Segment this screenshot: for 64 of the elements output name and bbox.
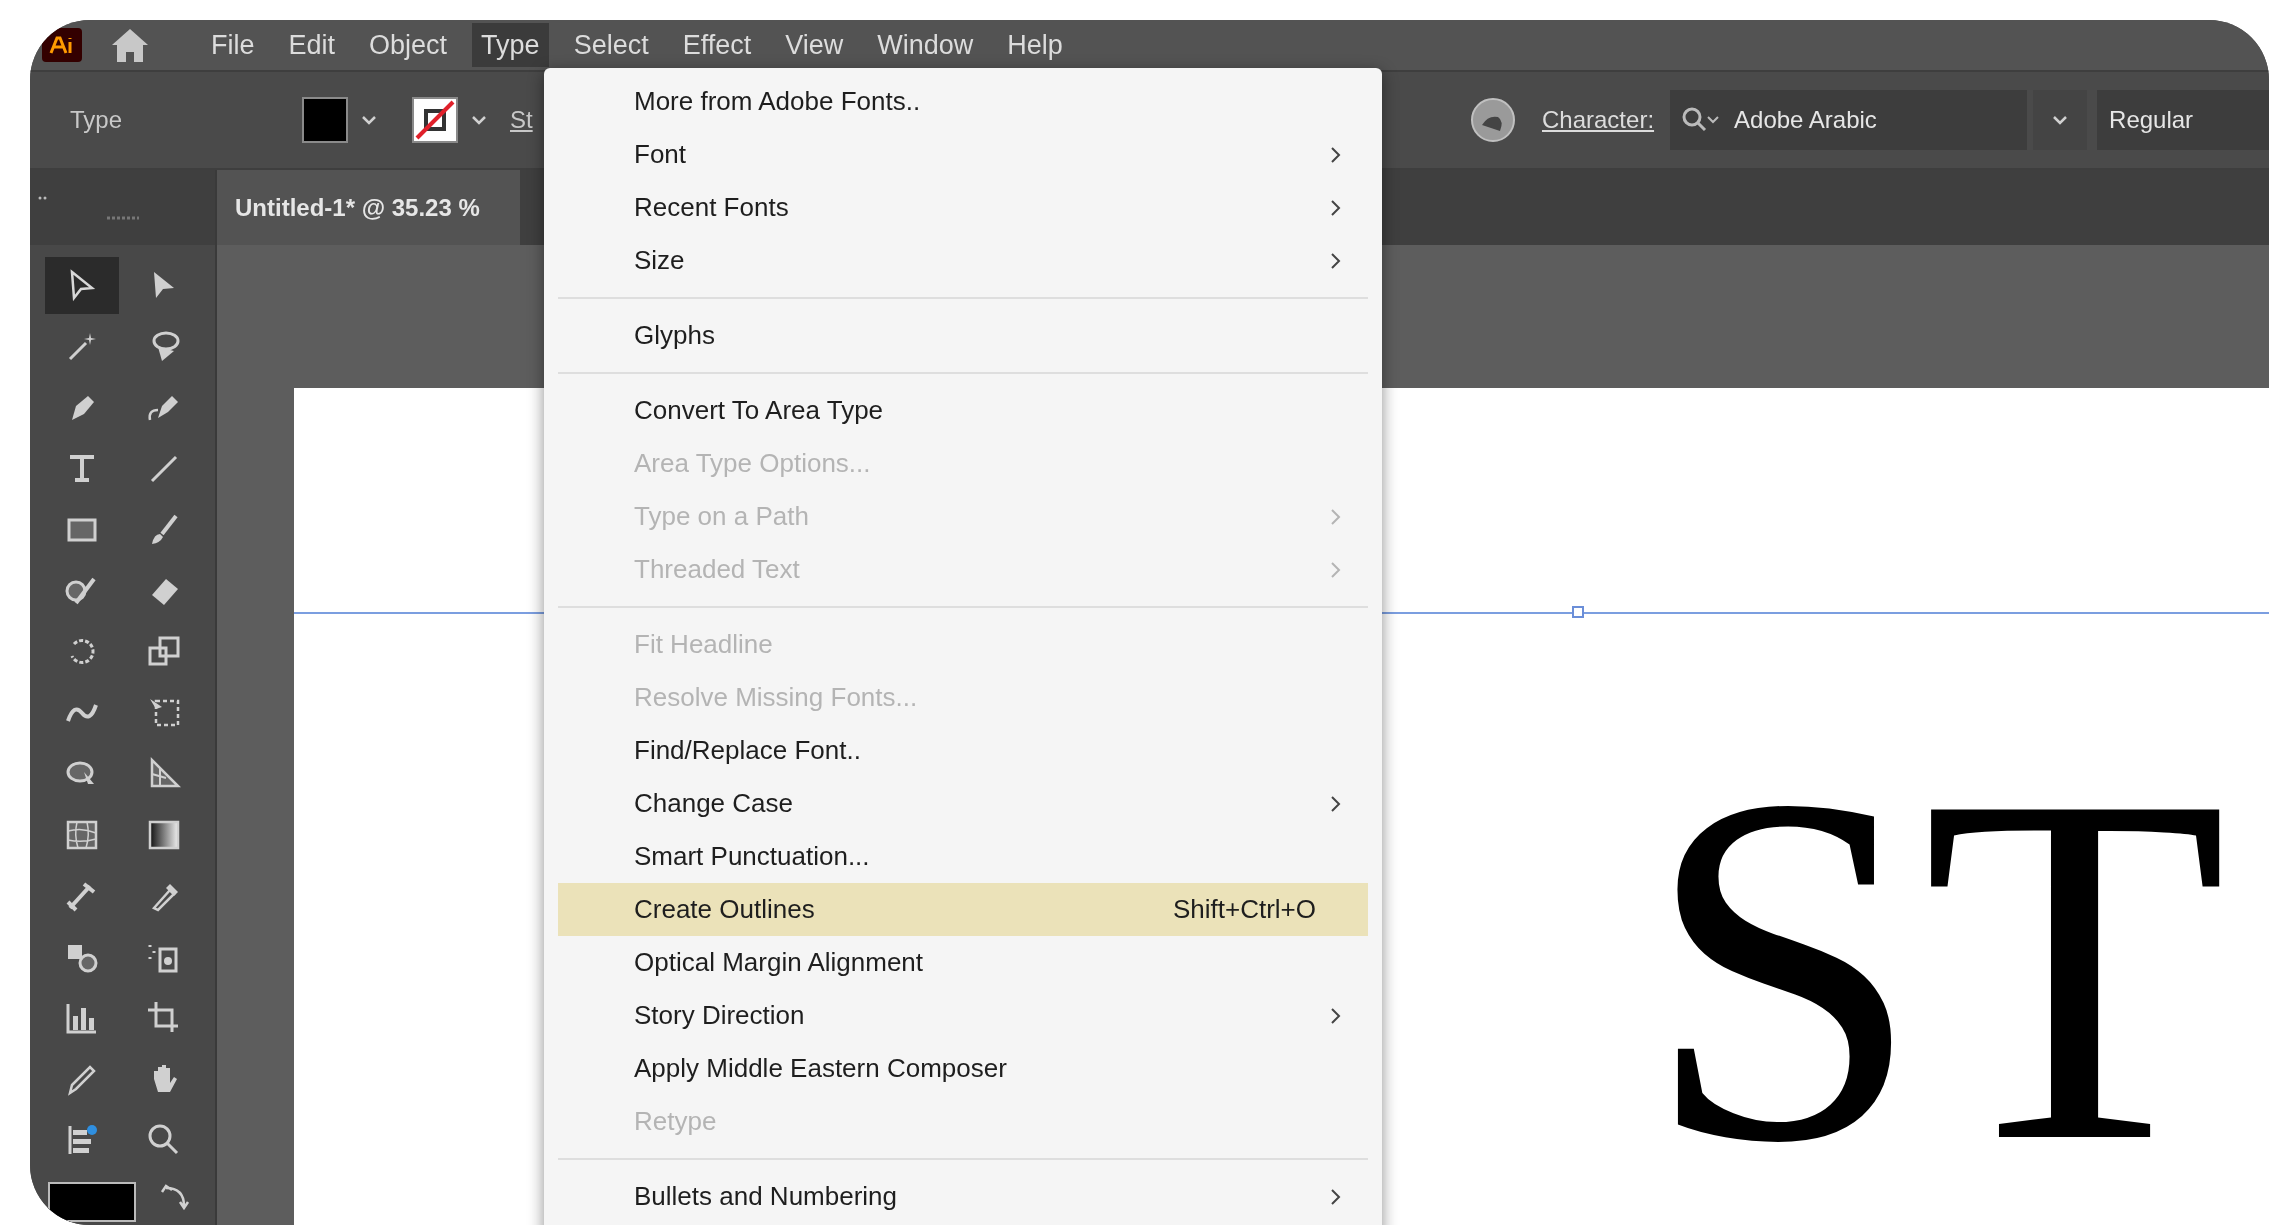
menu-item[interactable]: View [776,23,853,67]
menu-option-label: Threaded Text [634,553,801,586]
menu-option-label: Type on a Path [634,500,810,533]
menu-option[interactable]: Optical Margin Alignment [558,936,1368,989]
tool-button[interactable] [44,257,119,314]
menu-item[interactable]: Edit [279,23,345,67]
menu-option-label: Story Direction [634,999,806,1032]
menu-option[interactable]: Glyphs [558,309,1368,362]
menu-option-label: Resolve Missing Fonts... [634,681,919,714]
document-tab[interactable]: Untitled-1* @ 35.23 % [217,170,520,245]
menu-option-label: Fit Headline [634,628,774,661]
menu-option-label: Change Case [634,787,794,820]
menu-option-label: Glyphs [634,319,716,352]
menu-option-label: Recent Fonts [634,191,790,224]
menu-item[interactable]: Effect [673,23,761,67]
menu-option-label: Smart Punctuation... [634,840,871,873]
menu-option[interactable]: Story Direction [558,989,1368,1042]
no-stroke-icon [415,100,455,140]
menu-option[interactable]: Apply Middle Eastern Composer [558,1042,1368,1095]
menu-option-label: Apply Middle Eastern Composer [634,1052,1008,1085]
collapse-icon [38,194,48,201]
stroke-link[interactable]: St [510,102,533,138]
anchor-point [1572,606,1584,618]
menu-option-label: Size [634,244,686,277]
font-family-value: Adobe Arabic [1734,105,1877,135]
menu-option[interactable]: Convert To Area Type [558,384,1368,437]
menu-option-label: Area Type Options... [634,447,872,480]
menu-item[interactable]: Help [998,23,1072,67]
menu-item[interactable]: Object [360,23,457,67]
fill-swatch[interactable] [302,97,348,143]
menu-option-label: Bullets and Numbering [634,1180,899,1213]
menu-option[interactable]: Change Case [558,777,1368,830]
menu-option-label: Create Outlines [634,893,816,926]
menu-option-label: Font [634,138,688,171]
menu-option-label: Optical Margin Alignment [634,946,925,979]
menu-option-label: Retype [634,1105,718,1138]
menu-option-label: More from Adobe Fonts.. [634,85,922,118]
artboard-text: ST [1644,718,2228,1218]
menu-item[interactable]: File [202,23,264,67]
logo-mark-icon [49,36,75,54]
globe-icon [1470,97,1516,143]
tool-name-label: Type [70,105,124,135]
menu-option[interactable]: Recent Fonts [558,181,1368,234]
menu-item[interactable]: Select [564,23,658,67]
font-style-field[interactable]: Regular [2097,90,2269,150]
menu-option[interactable]: More from Adobe Fonts.. [558,75,1368,128]
menu-item[interactable]: Type [472,23,549,67]
fill-swatch[interactable] [48,1182,136,1222]
swap-arrow-icon [160,1182,190,1212]
app-logo[interactable] [42,28,82,62]
menu-option[interactable]: Bullets and Numbering [558,1170,1368,1223]
menu-item[interactable]: Window [868,23,983,67]
menu-option[interactable]: Find/Replace Font.. [558,724,1368,777]
stroke-swatch[interactable] [412,97,458,143]
menu-option-label: Find/Replace Font.. [634,734,862,767]
menu-option[interactable]: Create Outlines Shift+Ctrl+O [558,883,1368,936]
character-link[interactable]: Character: [1542,102,1655,138]
menu-option[interactable]: Size [558,234,1368,287]
menu-option[interactable]: Smart Punctuation... [558,830,1368,883]
grip-icon [105,214,140,221]
menu-option-label: Convert To Area Type [634,394,885,427]
menu-option[interactable]: Font [558,128,1368,181]
shortcut-label: Shift+Ctrl+O [1172,893,1316,926]
font-family-field[interactable]: Adobe Arabic [1670,90,2028,150]
